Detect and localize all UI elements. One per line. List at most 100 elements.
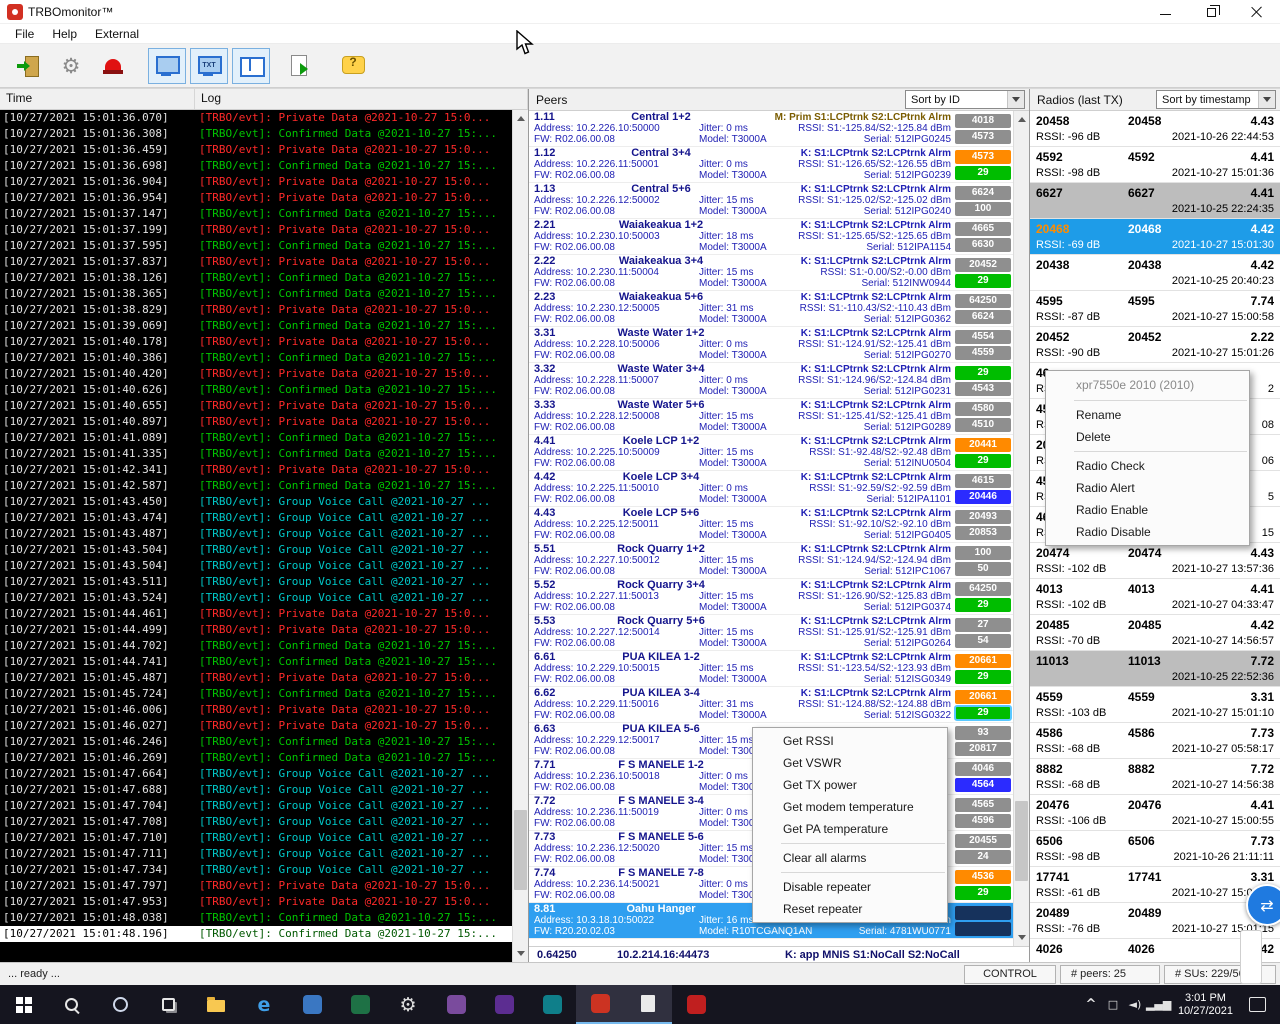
log-row[interactable]: [10/27/2021 15:01:37.199][TRBO/evt]: Pri… [0,222,512,238]
log-row[interactable]: [10/27/2021 15:01:48.196][TRBO/evt]: Con… [0,926,512,942]
log-row[interactable]: [10/27/2021 15:01:46.027][TRBO/evt]: Pri… [0,718,512,734]
menu-file[interactable]: File [6,26,43,42]
radio-row[interactable]: 401340134.41RSSI: -102 dB2021-10-27 04:3… [1030,579,1280,615]
radio-row[interactable]: 662766274.412021-10-25 22:24:35 [1030,183,1280,219]
radio-row[interactable]: 20452204522.22RSSI: -90 dB2021-10-27 15:… [1030,327,1280,363]
start-icon[interactable] [0,985,48,1024]
log-row[interactable]: [10/27/2021 15:01:46.006][TRBO/evt]: Pri… [0,702,512,718]
peer-row[interactable]: 5.51Rock Quarry 1+2K: S1:LCPtrnk S2:LCPt… [529,543,1013,579]
log-row[interactable]: [10/27/2021 15:01:43.504][TRBO/evt]: Gro… [0,542,512,558]
log-row[interactable]: [10/27/2021 15:01:47.711][TRBO/evt]: Gro… [0,846,512,862]
log-row[interactable]: [10/27/2021 15:01:36.698][TRBO/evt]: Con… [0,158,512,174]
menu-item-radio-enable[interactable]: Radio Enable [1046,499,1249,521]
radio-row[interactable]: 459245924.41RSSI: -98 dB2021-10-27 15:01… [1030,147,1280,183]
log-row[interactable]: [10/27/2021 15:01:44.499][TRBO/evt]: Pri… [0,622,512,638]
log-row[interactable]: [10/27/2021 15:01:46.246][TRBO/evt]: Con… [0,734,512,750]
monitor-view-button[interactable] [148,48,186,84]
scroll-up-icon[interactable] [1014,111,1029,127]
action-center-icon[interactable] [1249,997,1266,1012]
log-row[interactable]: [10/27/2021 15:01:38.365][TRBO/evt]: Con… [0,286,512,302]
log-row[interactable]: [10/27/2021 15:01:48.038][TRBO/evt]: Con… [0,910,512,926]
peer-row[interactable]: 6.62PUA KILEA 3-4K: S1:LCPtrnk S2:LCPtrn… [529,687,1013,723]
log-row[interactable]: [10/27/2021 15:01:47.688][TRBO/evt]: Gro… [0,782,512,798]
tray-display-icon[interactable]: □ [1102,998,1124,1011]
control-button[interactable]: CONTROL [964,965,1056,984]
log-row[interactable]: [10/27/2021 15:01:37.595][TRBO/evt]: Con… [0,238,512,254]
radio-row[interactable]: 17741177413.31RSSI: -61 dB2021-10-27 15:… [1030,867,1280,903]
log-row[interactable]: [10/27/2021 15:01:37.837][TRBO/evt]: Pri… [0,254,512,270]
menu-item-get-vswr[interactable]: Get VSWR [753,752,947,774]
mail-app-icon[interactable] [672,985,720,1024]
log-row[interactable]: [10/27/2021 15:01:44.702][TRBO/evt]: Con… [0,638,512,654]
log-row[interactable]: [10/27/2021 15:01:39.069][TRBO/evt]: Con… [0,318,512,334]
log-row[interactable]: [10/27/2021 15:01:38.829][TRBO/evt]: Pri… [0,302,512,318]
file-explorer-icon[interactable] [192,985,240,1024]
edge-icon[interactable]: e [240,985,288,1024]
photos-app-icon[interactable] [288,985,336,1024]
search-icon[interactable] [48,985,96,1024]
log-row[interactable]: [10/27/2021 15:01:45.724][TRBO/evt]: Con… [0,686,512,702]
help-button[interactable]: ? [334,48,372,84]
log-row[interactable]: [10/27/2021 15:01:36.308][TRBO/evt]: Con… [0,126,512,142]
settings-button[interactable]: ⚙ [52,48,90,84]
menu-item-get-tx-power[interactable]: Get TX power [753,774,947,796]
menu-help[interactable]: Help [43,26,86,42]
log-row[interactable]: [10/27/2021 15:01:40.655][TRBO/evt]: Pri… [0,398,512,414]
menu-item-rename[interactable]: Rename [1046,404,1249,426]
log-row[interactable]: [10/27/2021 15:01:47.797][TRBO/evt]: Pri… [0,878,512,894]
alarms-button[interactable] [94,48,132,84]
log-column-header[interactable]: Log [195,89,528,109]
peer-row[interactable]: 1.11Central 1+2M: Prim S1:LCPtrnk S2:LCP… [529,111,1013,147]
cortana-icon[interactable] [96,985,144,1024]
radio-row[interactable]: 455945593.31RSSI: -103 dB2021-10-27 15:0… [1030,687,1280,723]
log-row[interactable]: [10/27/2021 15:01:36.954][TRBO/evt]: Pri… [0,190,512,206]
peer-row[interactable]: 5.53Rock Quarry 5+6K: S1:LCPtrnk S2:LCPt… [529,615,1013,651]
tray-expand-icon[interactable]: ^ [1080,997,1102,1012]
radio-row[interactable]: 20485204854.42RSSI: -70 dB2021-10-27 14:… [1030,615,1280,651]
log-row[interactable]: [10/27/2021 15:01:47.708][TRBO/evt]: Gro… [0,814,512,830]
taskbar-clock[interactable]: 3:01 PM10/27/2021 [1168,992,1243,1018]
log-row[interactable]: [10/27/2021 15:01:40.386][TRBO/evt]: Con… [0,350,512,366]
radio-row[interactable]: 650665067.73RSSI: -98 dB2021-10-26 21:11… [1030,831,1280,867]
peer-row[interactable]: 3.31Waste Water 1+2K: S1:LCPtrnk S2:LCPt… [529,327,1013,363]
text-view-button[interactable]: TXT [190,48,228,84]
peer-row[interactable]: 3.33Waste Water 5+6K: S1:LCPtrnk S2:LCPt… [529,399,1013,435]
log-row[interactable]: [10/27/2021 15:01:42.341][TRBO/evt]: Pri… [0,462,512,478]
radio-row[interactable]: 20438204384.422021-10-25 20:40:23 [1030,255,1280,291]
media-app-icon[interactable] [528,985,576,1024]
menu-item-reset-repeater[interactable]: Reset repeater [753,898,947,920]
radios-sort-dropdown[interactable]: Sort by timestamp [1156,90,1276,109]
tray-network-icon[interactable]: ▂▄▆ [1146,998,1168,1011]
peer-row[interactable]: 3.32Waste Water 3+4K: S1:LCPtrnk S2:LCPt… [529,363,1013,399]
menu-item-get-pa-temperature[interactable]: Get PA temperature [753,818,947,840]
radio-row[interactable]: 458645867.73RSSI: -68 dB2021-10-27 05:58… [1030,723,1280,759]
peer-row[interactable]: 4.41Koele LCP 1+2K: S1:LCPtrnk S2:LCPtrn… [529,435,1013,471]
voice-app-icon[interactable] [480,985,528,1024]
menu-item-radio-check[interactable]: Radio Check [1046,455,1249,477]
menu-item-clear-all-alarms[interactable]: Clear all alarms [753,847,947,869]
split-view-button[interactable] [232,48,270,84]
menu-item-delete[interactable]: Delete [1046,426,1249,448]
radio-row[interactable]: 11013110137.722021-10-25 22:52:36 [1030,651,1280,687]
peer-row[interactable]: 5.52Rock Quarry 3+4K: S1:LCPtrnk S2:LCPt… [529,579,1013,615]
log-row[interactable]: [10/27/2021 15:01:43.474][TRBO/evt]: Gro… [0,510,512,526]
document-app-icon[interactable] [624,985,672,1024]
log-row[interactable]: [10/27/2021 15:01:37.147][TRBO/evt]: Con… [0,206,512,222]
peers-scrollbar-thumb[interactable] [1015,801,1028,881]
store-app-icon[interactable] [432,985,480,1024]
peer-row[interactable]: 6.61PUA KILEA 1-2K: S1:LCPtrnk S2:LCPtrn… [529,651,1013,687]
log-row[interactable]: [10/27/2021 15:01:47.710][TRBO/evt]: Gro… [0,830,512,846]
log-row[interactable]: [10/27/2021 15:01:42.587][TRBO/evt]: Con… [0,478,512,494]
remote-widget-button[interactable]: ⇄ [1246,884,1280,926]
settings-icon[interactable]: ⚙ [384,985,432,1024]
radio-row[interactable]: 20474204744.43RSSI: -102 dB2021-10-27 13… [1030,543,1280,579]
log-row[interactable]: [10/27/2021 15:01:46.269][TRBO/evt]: Con… [0,750,512,766]
log-row[interactable]: [10/27/2021 15:01:36.070][TRBO/evt]: Pri… [0,110,512,126]
log-row[interactable]: [10/27/2021 15:01:40.420][TRBO/evt]: Pri… [0,366,512,382]
radio-row[interactable]: 20468204684.42RSSI: -69 dB2021-10-27 15:… [1030,219,1280,255]
time-column-header[interactable]: Time [0,89,195,109]
log-row[interactable]: [10/27/2021 15:01:43.504][TRBO/evt]: Gro… [0,558,512,574]
peers-sort-dropdown[interactable]: Sort by ID [905,90,1025,109]
log-row[interactable]: [10/27/2021 15:01:44.461][TRBO/evt]: Pri… [0,606,512,622]
log-row[interactable]: [10/27/2021 15:01:36.904][TRBO/evt]: Pri… [0,174,512,190]
